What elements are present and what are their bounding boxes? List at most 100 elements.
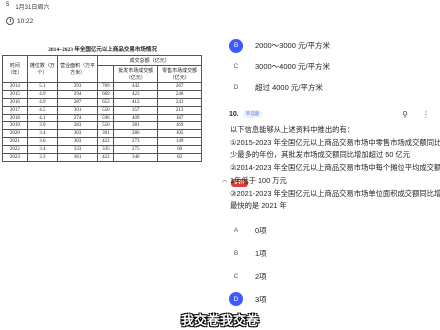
table-cell: 82 — [157, 153, 202, 162]
table-cell: 3.3 — [26, 153, 58, 162]
answer-option-d[interactable]: D 3项 — [222, 288, 440, 311]
table-cell: 3.4 — [26, 145, 58, 155]
table-cell: 293 — [56, 82, 99, 91]
header-retail: 零售市场成交额（亿元） — [157, 65, 202, 83]
table-cell: 2017 — [2, 105, 28, 115]
table-cell: 301 — [56, 105, 99, 115]
table-cell: 3.9 — [26, 121, 58, 131]
status-bar: 5 1月31日周六 ◠ 94% — [0, 0, 440, 187]
table-cell: 267 — [157, 82, 202, 91]
table-cell: 303 — [56, 129, 99, 139]
table-cell: 335 — [97, 145, 115, 155]
table-row: 2019 3.9 283 550 381 169 — [2, 121, 202, 131]
table-row: 2014 5.1 293 709 442 267 — [2, 82, 202, 91]
date-text: 1月31日周六 — [15, 4, 50, 11]
answer-option-b[interactable]: B 1项 — [222, 242, 440, 265]
table-cell: 5.1 — [26, 82, 58, 91]
table-cell: 187 — [157, 113, 202, 123]
table-cell: 2021 — [2, 137, 28, 147]
answer-option-a[interactable]: A 0项 — [222, 219, 440, 242]
data-table-document: 2014~2023 年全国亿元以上商品交易市场情况 时间（年） 摊位数（万个） … — [0, 45, 205, 245]
timer-text: 10:22 — [17, 17, 34, 25]
header-turnover-blank — [97, 65, 115, 83]
option-text: 2项 — [255, 271, 267, 281]
table-cell: 412 — [113, 97, 159, 107]
header-wholesale: 批发市场成交额（亿元） — [113, 65, 159, 83]
table-cell: 409 — [113, 113, 159, 123]
question-header: 10. 单选题 ⚲ ⋮ — [222, 104, 440, 124]
table-cell: 422 — [97, 153, 115, 162]
table-cell: 105 — [157, 129, 202, 139]
table-cell: 391 — [97, 129, 115, 139]
option-text: 超过 4000 元/平方米 — [255, 83, 323, 92]
table-cell: 422 — [97, 137, 115, 147]
table-cell: 2018 — [2, 113, 28, 123]
header-area: 营业面积（万平方米） — [56, 55, 99, 83]
timer[interactable]: 10:22 — [6, 15, 33, 27]
table-cell: 361 — [56, 153, 99, 162]
option-letter: A — [233, 226, 239, 234]
table-cell: 273 — [113, 137, 159, 147]
option-letter: D — [229, 292, 243, 307]
table-cell: 2014 — [2, 82, 28, 91]
table-cell: 149 — [157, 137, 202, 147]
option-letter: C — [233, 272, 239, 280]
table-cell: 381 — [113, 121, 159, 131]
table-cell: 241 — [157, 97, 202, 107]
table-cell: 213 — [157, 105, 202, 115]
table-cell: 2019 — [2, 121, 28, 131]
table-cell: 246 — [157, 89, 202, 99]
table-cell: 423 — [113, 89, 159, 99]
video-subtitle: 我交卷我交卷 — [180, 313, 259, 328]
table-cell: 294 — [56, 89, 99, 99]
header-turnover: 成交总额（亿元） — [97, 55, 202, 66]
question-line: ③2021-2023 年全国亿元以上商品交易市场单位面积成交额同比增 — [230, 188, 440, 198]
table-cell: 3.4 — [26, 129, 58, 139]
table-cell: 596 — [97, 113, 115, 123]
option-letter: D — [233, 84, 239, 91]
table-cell: 3.6 — [26, 137, 58, 147]
option-letter: B — [229, 38, 243, 53]
table-cell: 653 — [97, 97, 115, 107]
table-cell: 274 — [56, 113, 99, 123]
alarm-clock-icon — [6, 17, 14, 25]
prev-option-d[interactable]: D 超过 4000 元/平方米 — [222, 77, 440, 98]
table-cell: 4.9 — [26, 89, 58, 99]
table-cell: 275 — [113, 145, 159, 155]
more-icon[interactable]: ⋮ — [422, 110, 430, 119]
table-cell: 357 — [113, 105, 159, 115]
question-line: 少最多的年份，其批发市场成交额同比增加超过 50 亿元 — [230, 150, 410, 160]
data-table: 时间（年） 摊位数（万个） 营业面积（万平方米） 成交总额（亿元） 批发市场成交… — [2, 55, 202, 162]
table-cell: 669 — [97, 89, 115, 99]
answer-option-c[interactable]: C 2项 — [222, 265, 440, 288]
table-row: 2016 4.9 287 653 412 241 — [2, 97, 202, 107]
prev-option-b[interactable]: B 2000～3000 元/平方米 — [222, 35, 440, 56]
table-title: 2014~2023 年全国亿元以上商品交易市场情况 — [48, 47, 157, 53]
table-cell: 169 — [157, 121, 202, 131]
header-booths: 摊位数（万个） — [26, 55, 58, 83]
question-line: ①2015-2023 年全国亿元以上商品交易市场中零售市场成交额同比 — [230, 137, 440, 147]
table-cell: 442 — [113, 82, 159, 91]
table-row: 2023 3.3 361 422 340 82 — [2, 153, 202, 162]
table-cell: 340 — [113, 153, 159, 162]
question-number: 10. — [229, 110, 239, 118]
table-cell: 303 — [56, 137, 99, 147]
table-cell: 2016 — [2, 97, 28, 107]
table-cell: 2023 — [2, 153, 28, 162]
table-cell: 550 — [97, 105, 115, 115]
question-panel: B 2000～3000 元/平方米 C 3000～4000 元/平方米 D 超过 4000… — [222, 35, 440, 330]
option-text: 3000～4000 元/平方米 — [255, 62, 331, 71]
option-text: 0项 — [255, 225, 267, 235]
option-text: 3项 — [255, 294, 267, 304]
option-letter: B — [233, 249, 239, 257]
pin-icon[interactable]: ⚲ — [402, 110, 408, 119]
table-cell: 709 — [97, 82, 115, 91]
table-cell: 283 — [56, 121, 99, 131]
table-row: 2021 3.6 303 422 273 149 — [2, 137, 202, 147]
table-cell: 4.1 — [26, 113, 58, 123]
prev-option-c[interactable]: C 3000～4000 元/平方米 — [222, 56, 440, 77]
table-cell: 4.5 — [26, 105, 58, 115]
option-text: 1项 — [255, 248, 267, 258]
table-cell: 60 — [157, 145, 202, 155]
option-text: 2000～3000 元/平方米 — [255, 41, 331, 50]
